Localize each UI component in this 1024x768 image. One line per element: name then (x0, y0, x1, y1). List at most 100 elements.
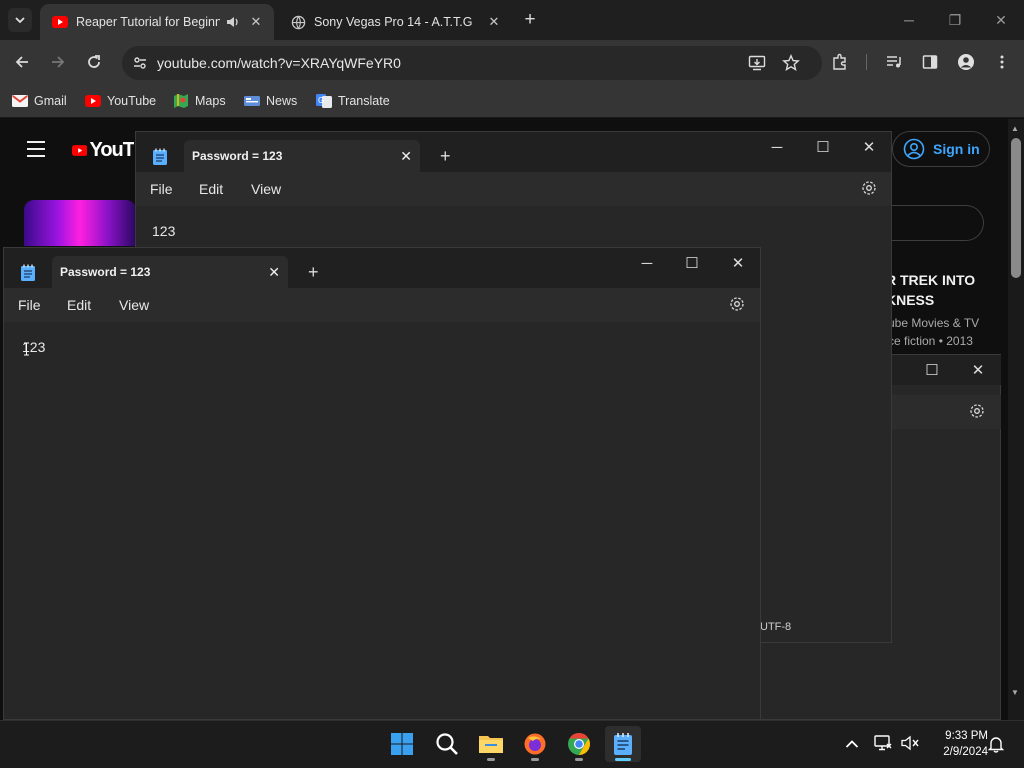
maps-icon (173, 94, 189, 108)
show-hidden-icons-button[interactable] (842, 734, 862, 754)
menu-file[interactable]: File (18, 297, 41, 313)
volume-muted-icon[interactable] (901, 735, 919, 756)
running-indicator (615, 758, 631, 761)
document-tab[interactable]: Password = 123 ✕ (52, 256, 288, 288)
profile-icon (958, 54, 974, 70)
title-line: KNESS (886, 292, 935, 308)
notifications-bell-icon[interactable] (987, 735, 1005, 758)
back-button[interactable] (8, 48, 36, 76)
site-info-icon[interactable] (132, 55, 148, 76)
notepad-taskbar-button[interactable] (605, 726, 641, 762)
close-button[interactable]: ✕ (715, 248, 761, 278)
minimize-button[interactable]: ─ (624, 248, 670, 278)
search-button[interactable] (429, 726, 465, 762)
tab-search-button[interactable] (8, 8, 32, 32)
recommended-video-title[interactable]: R TREK INTO KNESS (886, 270, 975, 310)
youtube-logo[interactable]: YouT (72, 138, 134, 162)
new-tab-button[interactable]: + (308, 262, 319, 283)
minimize-button[interactable]: ─ (754, 132, 800, 162)
settings-gear-icon[interactable] (729, 296, 745, 317)
bookmark-label: Gmail (34, 94, 67, 108)
network-icon[interactable] (874, 735, 892, 756)
tab-sony-vegas[interactable]: Sony Vegas Pro 14 - A.T.T.G ✕ (278, 4, 512, 40)
tab-reaper-tutorial[interactable]: Reaper Tutorial for Beginne ✕ (40, 4, 274, 40)
meta-line: ce fiction • 2013 (888, 334, 973, 348)
tab-title: Sony Vegas Pro 14 - A.T.T.G (314, 15, 473, 29)
media-control-button[interactable] (880, 48, 908, 76)
close-button[interactable]: ✕ (955, 355, 1001, 385)
menu-bar: File Edit View (4, 288, 760, 322)
windows-icon (391, 733, 413, 755)
close-tab-icon[interactable]: ✕ (246, 12, 266, 32)
notepad-window-front: Password = 123 ✕ + ─ ☐ ✕ File Edit View … (3, 247, 761, 720)
youtube-logo-text: YouT (89, 138, 134, 161)
minimize-button[interactable]: ─ (886, 0, 932, 40)
speaker-icon[interactable] (226, 16, 242, 28)
more-vertical-icon (1000, 55, 1004, 69)
hamburger-menu-icon[interactable] (26, 140, 46, 158)
forward-button[interactable] (44, 48, 72, 76)
chrome-menu-button[interactable] (988, 48, 1016, 76)
close-button[interactable]: ✕ (846, 132, 892, 162)
system-clock[interactable]: 9:33 PM 2/9/2024 (928, 728, 988, 760)
tab-title: Reaper Tutorial for Beginne (76, 15, 220, 29)
puzzle-icon (833, 53, 846, 70)
bookmark-youtube[interactable]: YouTube (85, 92, 156, 110)
close-tab-icon[interactable]: ✕ (484, 12, 504, 32)
chrome-button[interactable] (561, 726, 597, 762)
menu-file[interactable]: File (150, 181, 173, 197)
bookmark-translate[interactable]: G Translate (316, 92, 390, 110)
scroll-down-arrow-icon[interactable]: ▼ (1011, 688, 1019, 697)
maximize-button[interactable]: ☐ (909, 355, 955, 385)
bookmark-news[interactable]: News (244, 92, 297, 110)
scrollbar-thumb[interactable] (1011, 138, 1021, 278)
install-app-icon[interactable] (748, 54, 766, 77)
notepad-app-icon (152, 148, 168, 171)
close-window-button[interactable]: ✕ (978, 0, 1024, 40)
close-tab-icon[interactable]: ✕ (268, 264, 280, 281)
comment-box[interactable] (880, 205, 984, 241)
menu-edit[interactable]: Edit (199, 181, 223, 197)
menu-edit[interactable]: Edit (67, 297, 91, 313)
notepad-icon (614, 733, 632, 755)
video-player[interactable] (24, 200, 136, 246)
media-icon (887, 56, 901, 68)
recommended-video-meta: ube Movies & TV ce fiction • 2013 (888, 314, 979, 350)
new-tab-button[interactable]: + (520, 9, 540, 30)
news-icon (244, 94, 260, 108)
settings-gear-icon[interactable] (969, 403, 985, 424)
firefox-button[interactable] (517, 726, 553, 762)
extensions-button[interactable] (826, 48, 854, 76)
url-text[interactable]: youtube.com/watch?v=XRAYqWFeYR0 (157, 55, 401, 71)
document-tab[interactable]: Password = 123 ✕ (184, 140, 420, 172)
maximize-button[interactable]: ☐ (800, 132, 846, 162)
text-area[interactable]: 123 (152, 223, 175, 239)
profile-button[interactable] (952, 48, 980, 76)
clock-time: 9:33 PM (945, 730, 988, 742)
new-tab-button[interactable]: + (440, 146, 451, 167)
close-tab-icon[interactable]: ✕ (400, 148, 412, 165)
bookmark-star-icon[interactable] (782, 54, 800, 77)
side-panel-button[interactable] (916, 48, 944, 76)
address-bar[interactable]: youtube.com/watch?v=XRAYqWFeYR0 (122, 46, 822, 80)
file-explorer-button[interactable] (473, 726, 509, 762)
youtube-icon (52, 14, 68, 30)
start-button[interactable] (384, 726, 420, 762)
meta-line: ube Movies & TV (888, 316, 980, 330)
sign-in-button[interactable]: Sign in (892, 131, 990, 167)
bookmark-label: YouTube (107, 94, 157, 108)
restore-button[interactable]: ❐ (932, 0, 978, 40)
maximize-button[interactable]: ☐ (669, 248, 715, 278)
bookmark-label: Translate (338, 94, 390, 108)
running-indicator (531, 758, 539, 761)
text-cursor-icon (23, 342, 30, 356)
menu-view[interactable]: View (119, 297, 149, 313)
settings-gear-icon[interactable] (861, 180, 877, 201)
menu-view[interactable]: View (251, 181, 281, 197)
notepad-app-icon (20, 264, 36, 287)
scroll-up-arrow-icon[interactable]: ▲ (1011, 124, 1019, 133)
reload-button[interactable] (80, 48, 108, 76)
bookmark-gmail[interactable]: Gmail (12, 92, 67, 110)
translate-icon: G (316, 94, 332, 108)
bookmark-maps[interactable]: Maps (173, 92, 226, 110)
